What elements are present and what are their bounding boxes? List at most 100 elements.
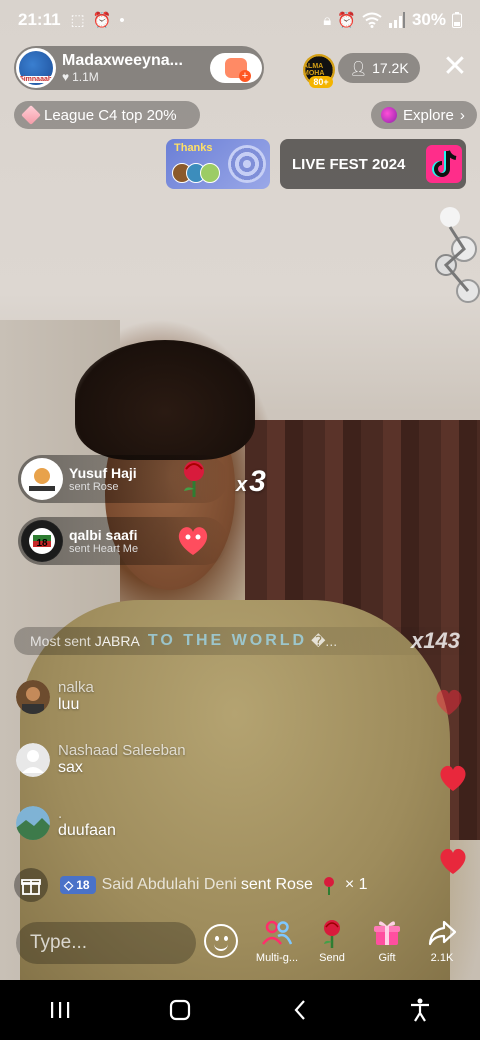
screen-record-icon: ⬚ [70, 12, 85, 29]
diamond-icon [21, 105, 41, 125]
combo-count: 3 [249, 465, 266, 498]
floating-heart-icon [436, 689, 462, 715]
league-label: League C4 top 20% [44, 106, 177, 124]
comment-username: Nashaad Saleeban [58, 742, 186, 759]
explore-label: Explore [403, 106, 454, 124]
gift-event-row[interactable]: ◇ 18 Said Abdulahi Deni sent Rose × 1 [14, 868, 368, 902]
gift-sender-name: Yusuf Haji [69, 465, 137, 481]
system-nav-bar [0, 980, 480, 1040]
status-time: 21:11 [18, 10, 61, 29]
level-diamond-icon: ◇ [64, 878, 74, 892]
gift-sender-avatar [21, 458, 63, 500]
alarm-icon: ⏰ [337, 12, 356, 29]
gift-combo: x3 [236, 465, 266, 499]
host-avatar[interactable]: 5imnaaab [16, 48, 56, 88]
battery-icon [452, 12, 462, 28]
comment-input[interactable]: Type... [16, 922, 196, 964]
gift-action: sent Rose [69, 481, 119, 493]
thanks-avatar [200, 163, 220, 183]
multi-guest-button[interactable]: Multi-g... [251, 918, 303, 964]
floating-heart-icon [440, 848, 466, 874]
gift-sender-name: qalbi saafi [69, 527, 138, 543]
heart-me-icon [178, 527, 208, 555]
comment-item[interactable]: . duufaan [16, 805, 116, 840]
thanks-banner[interactable]: Thanks [166, 139, 270, 189]
follow-heart-icon [225, 58, 251, 82]
top-viewer-label: ALMA MOHA [303, 63, 325, 77]
gift-event-count: × 1 [344, 876, 368, 893]
chevron-right-icon: › [459, 106, 465, 124]
close-icon[interactable]: ✕ [440, 52, 470, 82]
recent-apps-icon[interactable] [40, 990, 80, 1030]
comment-avatar[interactable] [16, 679, 50, 714]
floating-heart-icon [440, 765, 466, 791]
explore-button[interactable]: Explore › [371, 101, 477, 129]
wifi-icon [362, 12, 382, 28]
level-badge: ◇ 18 [60, 876, 96, 894]
gift-box-icon[interactable] [14, 868, 48, 902]
comment-username: . [58, 805, 63, 822]
gift-event-user: Said Abdulahi Deni [101, 876, 237, 893]
lock-icon: 🔒︎ [323, 11, 332, 29]
comment-item[interactable]: nalka luu [16, 679, 94, 714]
multi-guest-label: Multi-g... [255, 952, 299, 964]
comment-input-placeholder: Type... [30, 932, 88, 953]
comment-username: nalka [58, 679, 94, 696]
comment-avatar[interactable] [16, 805, 50, 840]
emoji-icon[interactable] [204, 924, 238, 958]
status-bar: 21:11 ⬚ ⏰ • 🔒︎ ⏰ 30% [0, 0, 480, 40]
league-pill[interactable]: League C4 top 20% [14, 101, 200, 129]
share-icon [428, 920, 456, 946]
send-label: Send [319, 952, 345, 964]
most-sent-user: JABRA [94, 633, 140, 649]
explore-orb-icon [381, 107, 397, 123]
dot-icon: • [119, 11, 125, 29]
gift-icon [374, 921, 400, 945]
viewer-count-button[interactable]: 👤︎ 17.2K [338, 53, 420, 83]
multi-guest-icon [262, 920, 292, 945]
follow-button[interactable] [210, 53, 262, 83]
signal-icon [388, 12, 405, 28]
gift-event-action: sent Rose [240, 876, 313, 893]
most-sent-suffix: �... [311, 632, 338, 649]
gift-notification[interactable]: 18 qalbi saafi sent Heart Me [18, 517, 228, 565]
person-icon: 👤︎ [349, 59, 368, 76]
comment-item[interactable]: Nashaad Saleeban sax [16, 742, 186, 777]
thanks-label: Thanks [174, 142, 213, 154]
gift-notification[interactable]: Yusuf Haji sent Rose [18, 455, 228, 503]
top-viewer-badge: 80+ [309, 76, 333, 88]
rose-icon [323, 877, 334, 895]
send-rose-button[interactable]: Send [306, 918, 358, 964]
comment-avatar[interactable] [16, 742, 50, 777]
live-fest-banner[interactable]: LIVE FEST 2024 [280, 139, 466, 189]
host-avatar-tag: 5imnaaab [19, 76, 53, 83]
gift-sender-avatar: 18 [21, 520, 63, 562]
most-sent-banner[interactable]: Most sent JABRA TO THE WORLD �... x143 [14, 627, 480, 655]
gift-label: Gift [378, 952, 396, 964]
home-icon[interactable] [160, 990, 200, 1030]
host-name: Madaxweeyna... [62, 52, 183, 69]
target-icon [228, 145, 266, 183]
heart-small-icon: ♥ [62, 70, 70, 84]
rose-icon [184, 461, 204, 497]
alarm-off-icon: ⏰ [92, 12, 112, 29]
comment-message: sax [58, 759, 83, 776]
most-sent-gift: TO THE WORLD [147, 632, 308, 649]
svg-text:18: 18 [36, 538, 48, 549]
most-sent-label: Most sent [30, 633, 91, 649]
live-fest-label: LIVE FEST 2024 [292, 155, 406, 173]
viewer-count: 17.2K [372, 60, 409, 76]
share-count: 2.1K [430, 952, 454, 964]
gift-button[interactable]: Gift [361, 918, 413, 964]
video-lamp [435, 207, 480, 303]
accessibility-icon[interactable] [400, 990, 440, 1030]
back-icon[interactable] [280, 990, 320, 1030]
share-button[interactable]: 2.1K [416, 918, 468, 964]
tiktok-logo-icon [426, 145, 462, 183]
most-sent-count: x143 [411, 628, 460, 653]
host-likes: 1.1M [72, 70, 99, 84]
battery-percent: 30% [411, 10, 446, 29]
combo-prefix: x [236, 474, 248, 496]
video-person-hair [75, 340, 255, 460]
comment-message: duufaan [58, 822, 116, 839]
